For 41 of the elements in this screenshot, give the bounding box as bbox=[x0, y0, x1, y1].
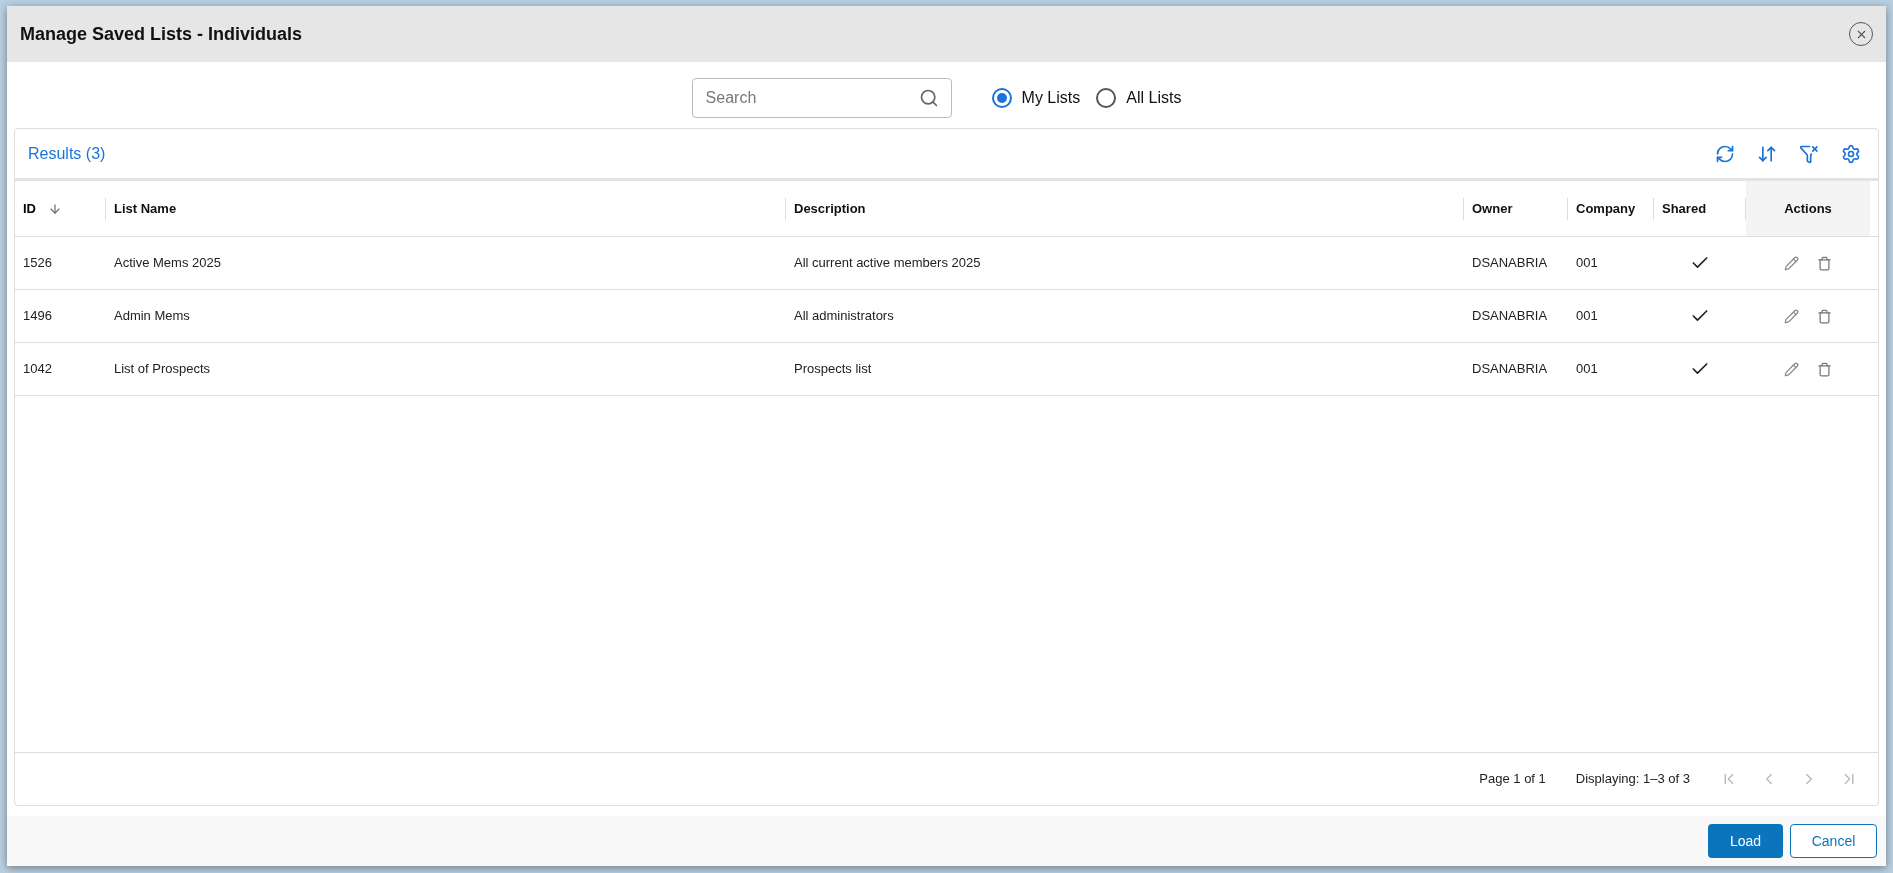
table-cell-text: DSANABRIA bbox=[1472, 307, 1548, 326]
table-cell-text: 001 bbox=[1576, 360, 1598, 379]
scope-radio[interactable]: My Lists bbox=[991, 86, 1081, 110]
table-cell-text: 001 bbox=[1576, 254, 1598, 273]
table-cell-text: Admin Mems bbox=[114, 307, 190, 326]
edit-icon[interactable] bbox=[1784, 361, 1799, 377]
cancel-button[interactable]: Cancel bbox=[1790, 824, 1877, 858]
displaying-count: Displaying: 1–3 of 3 bbox=[1575, 770, 1690, 789]
column-header[interactable]: List Name bbox=[106, 198, 185, 219]
dialog-title: Manage Saved Lists - Individuals bbox=[20, 22, 303, 46]
column-header[interactable]: Actions bbox=[1776, 198, 1840, 219]
scope-radio[interactable]: All Lists bbox=[1096, 86, 1182, 110]
table-cell-text: 1042 bbox=[23, 360, 52, 379]
column-header[interactable]: ID bbox=[15, 198, 44, 219]
table-cell-text: Active Mems 2025 bbox=[114, 254, 221, 273]
column-header[interactable]: Company bbox=[1568, 198, 1644, 219]
table-cell-text: DSANABRIA bbox=[1472, 360, 1548, 379]
table-cell-text: 001 bbox=[1576, 307, 1598, 326]
settings-icon[interactable] bbox=[1841, 143, 1861, 164]
table-cell-text: List of Prospects bbox=[114, 360, 211, 379]
table-cell-text: All current active members 2025 bbox=[794, 254, 981, 273]
refresh-icon[interactable] bbox=[1715, 143, 1735, 164]
table-cell-text: 1526 bbox=[23, 254, 52, 273]
column-header[interactable]: Owner bbox=[1464, 198, 1521, 219]
page-indicator: Page 1 of 1 bbox=[1479, 770, 1546, 789]
search-field[interactable]: Search bbox=[691, 78, 952, 118]
search-icon bbox=[918, 88, 939, 108]
table-cell-text: All administrators bbox=[794, 307, 894, 326]
delete-icon[interactable] bbox=[1817, 308, 1832, 324]
filter-clear-icon[interactable] bbox=[1799, 143, 1819, 164]
table-cell-text: Prospects list bbox=[794, 360, 872, 379]
table-cell-text: 1496 bbox=[23, 307, 52, 326]
column-header[interactable]: Shared bbox=[1654, 198, 1715, 219]
load-button[interactable]: Load bbox=[1708, 824, 1783, 858]
delete-icon[interactable] bbox=[1817, 255, 1832, 271]
results-title: Results (3) bbox=[28, 143, 106, 164]
table-cell-text: DSANABRIA bbox=[1472, 254, 1548, 273]
edit-icon[interactable] bbox=[1784, 255, 1799, 271]
edit-icon[interactable] bbox=[1784, 308, 1799, 324]
column-header[interactable]: Description bbox=[786, 198, 874, 219]
delete-icon[interactable] bbox=[1817, 361, 1832, 377]
